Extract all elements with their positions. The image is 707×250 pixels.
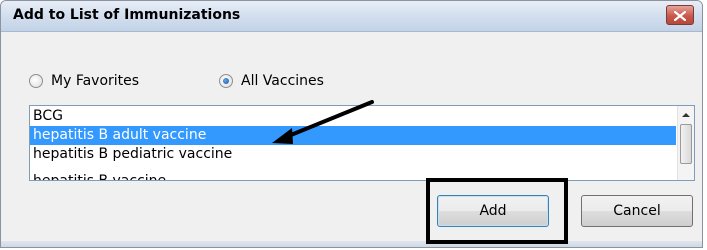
- annotation-arrow-icon: [272, 100, 374, 144]
